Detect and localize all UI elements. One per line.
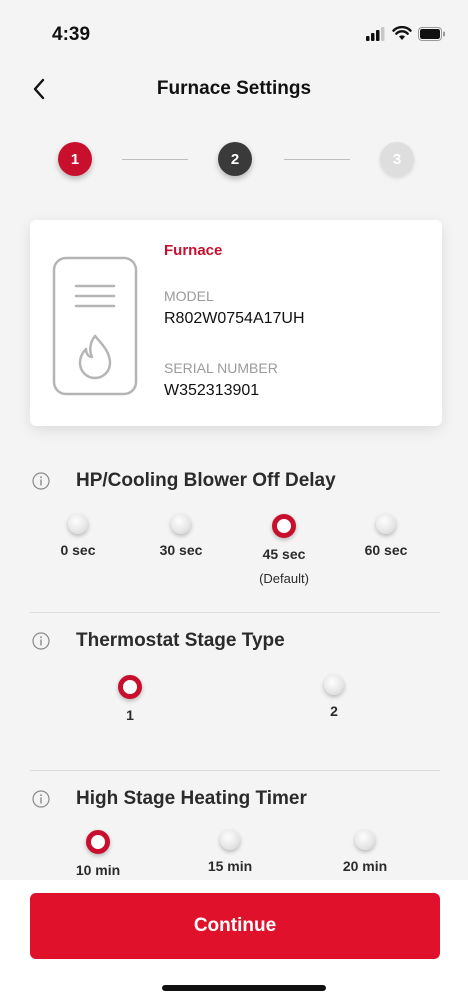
setting-blower-off-delay: HP/Cooling Blower Off Delay: [32, 470, 336, 492]
radio-button[interactable]: [324, 675, 344, 695]
option-label: 20 min: [342, 858, 388, 874]
radio-button[interactable]: [376, 514, 396, 534]
option-label: 0 sec: [60, 542, 96, 558]
furnace-icon: [52, 256, 138, 396]
option-label: 60 sec: [364, 542, 408, 558]
status-icons: [366, 26, 446, 41]
setting-thermostat-stage-type: Thermostat Stage Type: [32, 630, 285, 652]
heating-timer-option-15[interactable]: 15 min: [185, 830, 275, 874]
section-divider: [30, 770, 440, 771]
radio-button-selected[interactable]: [118, 675, 142, 699]
device-type: Furnace: [164, 242, 223, 259]
info-icon[interactable]: [32, 472, 50, 490]
stage-type-option-2[interactable]: 2: [289, 675, 379, 719]
option-label: 15 min: [207, 858, 253, 874]
device-card: Furnace MODEL R802W0754A17UH SERIAL NUMB…: [30, 220, 442, 426]
battery-icon: [418, 26, 445, 41]
cellular-signal-icon: [366, 26, 385, 41]
option-label: 30 sec: [159, 542, 203, 558]
radio-button[interactable]: [355, 830, 375, 850]
radio-button[interactable]: [68, 514, 88, 534]
option-label: 2: [330, 703, 338, 719]
nav-bar: Furnace Settings: [0, 70, 468, 110]
stage-type-option-1[interactable]: 1: [85, 675, 175, 723]
serial-label: SERIAL NUMBER: [164, 360, 278, 376]
radio-button[interactable]: [220, 830, 240, 850]
progress-stepper: 1 2 3: [0, 140, 468, 180]
radio-button-selected[interactable]: [86, 830, 110, 854]
step-2: 2: [218, 142, 252, 176]
status-bar: 4:39: [0, 0, 468, 70]
option-label: 10 min: [75, 862, 121, 878]
step-3: 3: [380, 142, 414, 176]
model-value: R802W0754A17UH: [164, 310, 305, 327]
wifi-icon: [392, 26, 412, 40]
heating-timer-option-10[interactable]: 10 min: [53, 830, 143, 878]
blower-delay-option-60[interactable]: 60 sec: [341, 514, 431, 558]
setting-title: High Stage Heating Timer: [76, 788, 307, 809]
radio-button[interactable]: [171, 514, 191, 534]
step-connector: [122, 159, 188, 160]
page-title: Furnace Settings: [156, 78, 312, 99]
home-indicator: [162, 985, 326, 991]
radio-button-selected[interactable]: [272, 514, 296, 538]
setting-title: HP/Cooling Blower Off Delay: [76, 470, 336, 491]
setting-high-stage-heating-timer: High Stage Heating Timer: [32, 788, 307, 810]
step-connector: [284, 159, 350, 160]
blower-delay-option-45[interactable]: 45 sec (Default): [239, 514, 329, 586]
model-label: MODEL: [164, 288, 214, 304]
setting-title: Thermostat Stage Type: [76, 630, 285, 651]
continue-button[interactable]: Continue: [30, 893, 440, 959]
step-1: 1: [58, 142, 92, 176]
default-note: (Default): [259, 571, 309, 586]
section-divider: [30, 612, 440, 613]
heating-timer-option-20[interactable]: 20 min: [320, 830, 410, 874]
option-label: 45 sec: [262, 546, 306, 562]
info-icon[interactable]: [32, 790, 50, 808]
serial-value: W352313901: [164, 382, 260, 399]
blower-delay-option-0[interactable]: 0 sec: [33, 514, 123, 558]
option-label: 1: [126, 707, 134, 723]
blower-delay-option-30[interactable]: 30 sec: [136, 514, 226, 558]
status-time: 4:39: [52, 24, 91, 45]
info-icon[interactable]: [32, 632, 50, 650]
